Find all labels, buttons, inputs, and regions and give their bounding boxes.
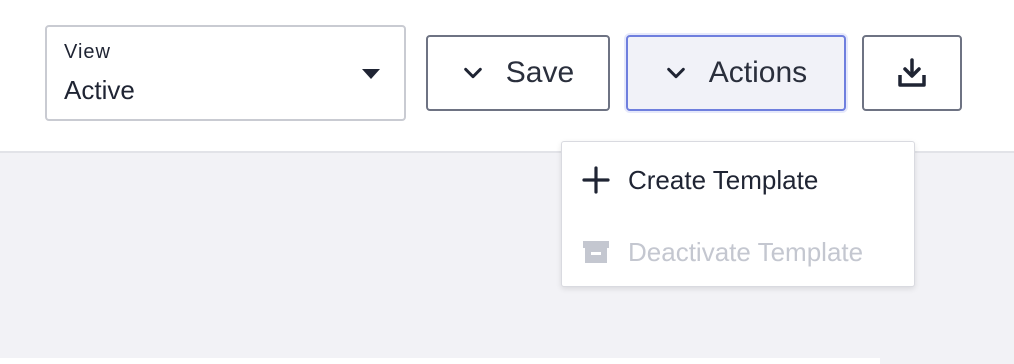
view-select[interactable]: View Active <box>45 25 406 121</box>
chevron-down-icon <box>463 67 482 79</box>
menu-item-deactivate-template: Deactivate Template <box>562 222 914 282</box>
save-button[interactable]: Save <box>426 35 610 111</box>
view-select-label: View <box>64 41 111 63</box>
actions-button-label: Actions <box>708 56 808 89</box>
download-button[interactable] <box>862 35 962 111</box>
menu-item-label: Deactivate Template <box>628 236 864 267</box>
actions-button[interactable]: Actions <box>626 35 846 111</box>
download-icon <box>898 58 926 87</box>
archive-icon <box>582 238 610 266</box>
view-select-value: Active <box>64 75 135 105</box>
menu-item-create-template[interactable]: Create Template <box>562 150 914 210</box>
toolbar: View Active Save Actions <box>0 0 1014 153</box>
plus-icon <box>582 166 610 194</box>
chevron-down-icon <box>666 67 685 79</box>
caret-down-icon <box>362 69 380 79</box>
content-divider <box>0 358 880 364</box>
actions-menu: Create Template Deactivate Template <box>561 141 915 287</box>
menu-item-label: Create Template <box>628 164 819 195</box>
save-button-label: Save <box>505 56 575 89</box>
